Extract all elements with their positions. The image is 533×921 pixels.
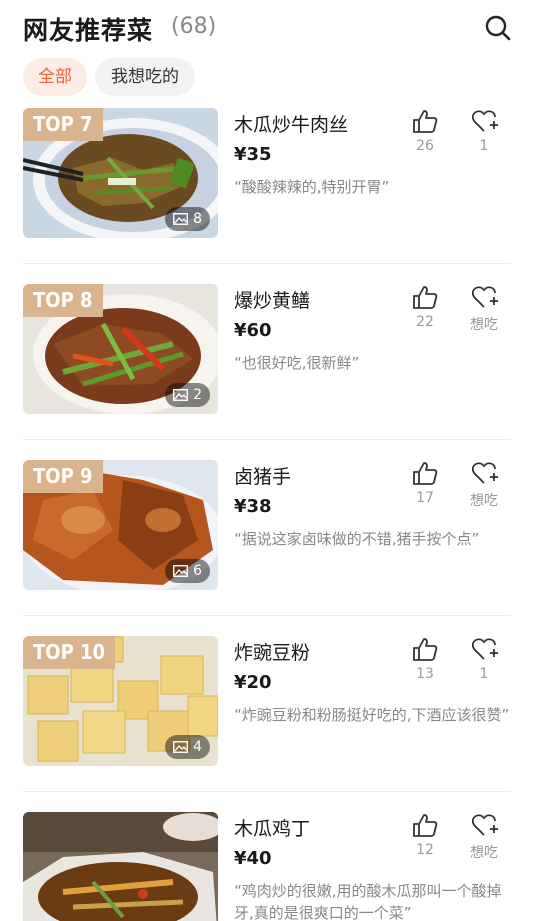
want-label: 想吃 (470, 845, 498, 861)
dish-review: “据说这家卤味做的不错,猪手按个点” (234, 530, 480, 548)
thumbs-up-icon[interactable] (412, 284, 438, 314)
dish-review: “酸酸辣辣的,特别开胃” (234, 178, 390, 196)
dish-item[interactable]: TOP 8 2 爆炒黄鳝 ¥60 “也很好吃,很新鲜” 22 想吃 (0, 284, 533, 460)
dish-review: “也很好吃,很新鲜” (234, 354, 360, 372)
want-label: 想吃 (470, 317, 498, 333)
want-label: 想吃 (470, 493, 498, 509)
like-count: 22 (416, 314, 434, 330)
photo-count: 2 (165, 383, 210, 407)
filter-want-chip[interactable]: 我想吃的 (95, 58, 195, 96)
want-count: 1 (479, 138, 489, 154)
dish-name: 爆炒黄鳝 (234, 290, 311, 312)
rank-badge: TOP 9 (23, 460, 103, 493)
dish-name: 木瓜鸡丁 (234, 818, 311, 840)
dish-price: ¥60 (234, 320, 272, 341)
thumbs-up-icon[interactable] (412, 108, 438, 138)
rank-badge: TOP 7 (23, 108, 103, 141)
image-icon (173, 741, 189, 753)
dish-name: 卤猪手 (234, 466, 292, 488)
like-count: 12 (416, 842, 434, 858)
thumbs-up-icon[interactable] (412, 812, 438, 842)
dish-price: ¥35 (234, 144, 272, 165)
dish-photo[interactable]: TOP 10 4 (23, 636, 218, 766)
dish-item[interactable]: TOP 10 4 炸豌豆粉 ¥20 “炸豌豆粉和粉肠挺好吃的,下酒应该很赞” 1… (0, 636, 533, 812)
divider (23, 263, 511, 264)
dish-photo[interactable] (23, 812, 218, 921)
photo-count: 6 (165, 559, 210, 583)
image-icon (173, 389, 189, 401)
header: 网友推荐菜 (68) (0, 0, 533, 56)
divider (23, 615, 511, 616)
heart-plus-icon[interactable] (471, 636, 499, 666)
page-title: 网友推荐菜 (23, 16, 154, 45)
dish-review: “鸡肉炒的很嫩,用的酸木瓜那叫一个酸掉牙,真的是很爽口的一个菜” (234, 882, 502, 921)
like-count: 13 (416, 666, 434, 682)
search-icon[interactable] (484, 14, 512, 42)
filter-all-chip[interactable]: 全部 (23, 58, 87, 96)
image-icon (173, 565, 189, 577)
dish-photo[interactable]: TOP 8 2 (23, 284, 218, 414)
dish-name: 炸豌豆粉 (234, 642, 311, 664)
dish-price: ¥40 (234, 848, 272, 869)
like-count: 26 (416, 138, 434, 154)
thumbs-up-icon[interactable] (412, 636, 438, 666)
dish-price: ¥38 (234, 496, 272, 517)
rank-badge: TOP 8 (23, 284, 103, 317)
divider (23, 439, 511, 440)
dish-item[interactable]: 木瓜鸡丁 ¥40 “鸡肉炒的很嫩,用的酸木瓜那叫一个酸掉牙,真的是很爽口的一个菜… (0, 812, 533, 921)
dish-price: ¥20 (234, 672, 272, 693)
heart-plus-icon[interactable] (471, 460, 499, 490)
dish-review: “炸豌豆粉和粉肠挺好吃的,下酒应该很赞” (234, 706, 510, 724)
photo-count: 4 (165, 735, 210, 759)
dish-photo[interactable]: TOP 7 8 (23, 108, 218, 238)
dish-photo[interactable]: TOP 9 6 (23, 460, 218, 590)
divider (23, 791, 511, 792)
dish-item[interactable]: TOP 9 6 卤猪手 ¥38 “据说这家卤味做的不错,猪手按个点” 17 想吃 (0, 460, 533, 636)
heart-plus-icon[interactable] (471, 284, 499, 314)
dish-name: 木瓜炒牛肉丝 (234, 114, 349, 136)
dish-item[interactable]: TOP 7 8 木瓜炒牛肉丝 ¥35 “酸酸辣辣的,特别开胃” 26 1 (0, 108, 533, 284)
rank-badge: TOP 10 (23, 636, 116, 669)
like-count: 17 (416, 490, 434, 506)
dish-count: (68) (171, 14, 217, 39)
heart-plus-icon[interactable] (471, 108, 499, 138)
want-count: 1 (479, 666, 489, 682)
heart-plus-icon[interactable] (471, 812, 499, 842)
photo-count: 8 (165, 207, 210, 231)
image-icon (173, 213, 189, 225)
thumbs-up-icon[interactable] (412, 460, 438, 490)
